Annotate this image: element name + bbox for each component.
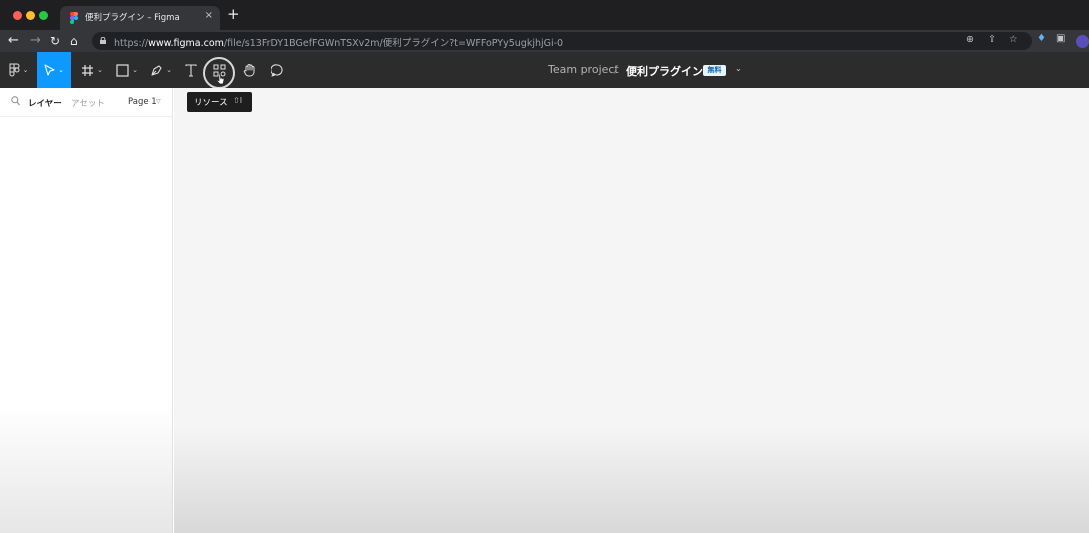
back-arrow-icon[interactable]: ← — [8, 32, 19, 50]
browser-address-bar: ← → ↻ ⌂ https://www.figma.com/file/s13Fr… — [0, 30, 1089, 52]
chevron-down-icon: ⌄ — [58, 66, 64, 74]
text-tool-button[interactable] — [180, 52, 202, 88]
lock-icon — [100, 37, 106, 44]
tab-title: 便利プラグイン – Figma — [85, 13, 180, 23]
rectangle-icon — [116, 63, 129, 77]
frame-hash-icon — [82, 64, 94, 76]
hand-icon — [243, 64, 254, 77]
pen-tool-button[interactable]: ⌄ — [145, 52, 177, 88]
search-icon[interactable] — [11, 96, 20, 106]
forward-arrow-icon[interactable]: → — [30, 32, 41, 50]
panel-shadow — [0, 406, 173, 533]
figma-logo-icon — [9, 63, 20, 77]
close-tab-icon[interactable]: × — [205, 10, 213, 21]
url-text: https://www.figma.com/file/s13FrDY1BGefF… — [114, 38, 564, 49]
comment-tool-button[interactable] — [265, 52, 289, 88]
plan-badge: 無料 — [703, 65, 726, 76]
tab-assets[interactable]: アセット — [71, 97, 105, 109]
chevron-down-icon: ⌄ — [166, 66, 172, 74]
close-window-button[interactable] — [13, 11, 22, 20]
chevron-down-icon: ⌄ — [22, 66, 29, 74]
comment-bubble-icon — [270, 63, 283, 77]
profile-avatar[interactable] — [1076, 35, 1089, 48]
tab-layers[interactable]: レイヤー — [28, 97, 62, 109]
design-canvas[interactable] — [174, 88, 1089, 533]
home-icon[interactable]: ⌂ — [70, 32, 78, 50]
chevron-down-icon: ⌄ — [97, 66, 103, 74]
panel-header: レイヤー アセット Page 1 ▽ — [0, 88, 172, 117]
breadcrumb-separator: / — [614, 63, 618, 76]
zoom-icon[interactable]: ⊕ — [966, 34, 974, 45]
zoom-window-button[interactable] — [39, 11, 48, 20]
url-field[interactable]: https://www.figma.com/file/s13FrDY1BGefF… — [92, 32, 1032, 50]
share-icon[interactable]: ⇪ — [988, 34, 996, 45]
mouse-pointer-icon — [216, 73, 225, 85]
tooltip-label: リソース — [194, 98, 228, 108]
move-tool-button[interactable]: ⌄ — [37, 52, 71, 88]
chevron-down-icon[interactable]: ▽ — [156, 98, 161, 105]
file-name[interactable]: 便利プラグイン — [626, 63, 703, 79]
project-name[interactable]: Team project — [548, 63, 619, 76]
extensions-puzzle-icon[interactable]: ▣ — [1056, 33, 1065, 44]
cursor-arrow-icon — [44, 64, 55, 76]
browser-tab[interactable]: 便利プラグイン – Figma × — [60, 6, 220, 30]
tooltip-shortcut: ⇧I — [233, 96, 243, 105]
figma-favicon-icon — [70, 12, 78, 24]
reload-icon[interactable]: ↻ — [50, 32, 60, 50]
browser-tab-bar: 便利プラグイン – Figma × + — [0, 0, 1089, 30]
new-tab-button[interactable]: + — [227, 7, 240, 22]
resources-tooltip: リソース ⇧I — [187, 92, 252, 112]
hand-tool-button[interactable] — [237, 52, 261, 88]
figma-toolbar: ⌄ ⌄ ⌄ ⌄ ⌄ — [0, 52, 1089, 88]
extension-icon[interactable]: ♦ — [1037, 33, 1046, 44]
layers-panel: レイヤー アセット Page 1 ▽ — [0, 88, 173, 533]
pen-icon — [151, 64, 162, 76]
chevron-down-icon: ⌄ — [132, 66, 138, 74]
bookmark-star-icon[interactable]: ☆ — [1009, 34, 1018, 45]
frame-tool-button[interactable]: ⌄ — [76, 52, 108, 88]
text-t-icon — [185, 63, 197, 77]
file-menu-chevron-icon[interactable]: ⌄ — [735, 64, 742, 73]
page-selector[interactable]: Page 1 — [128, 97, 157, 107]
minimize-window-button[interactable] — [26, 11, 35, 20]
main-menu-button[interactable]: ⌄ — [2, 52, 34, 88]
shape-tool-button[interactable]: ⌄ — [111, 52, 143, 88]
